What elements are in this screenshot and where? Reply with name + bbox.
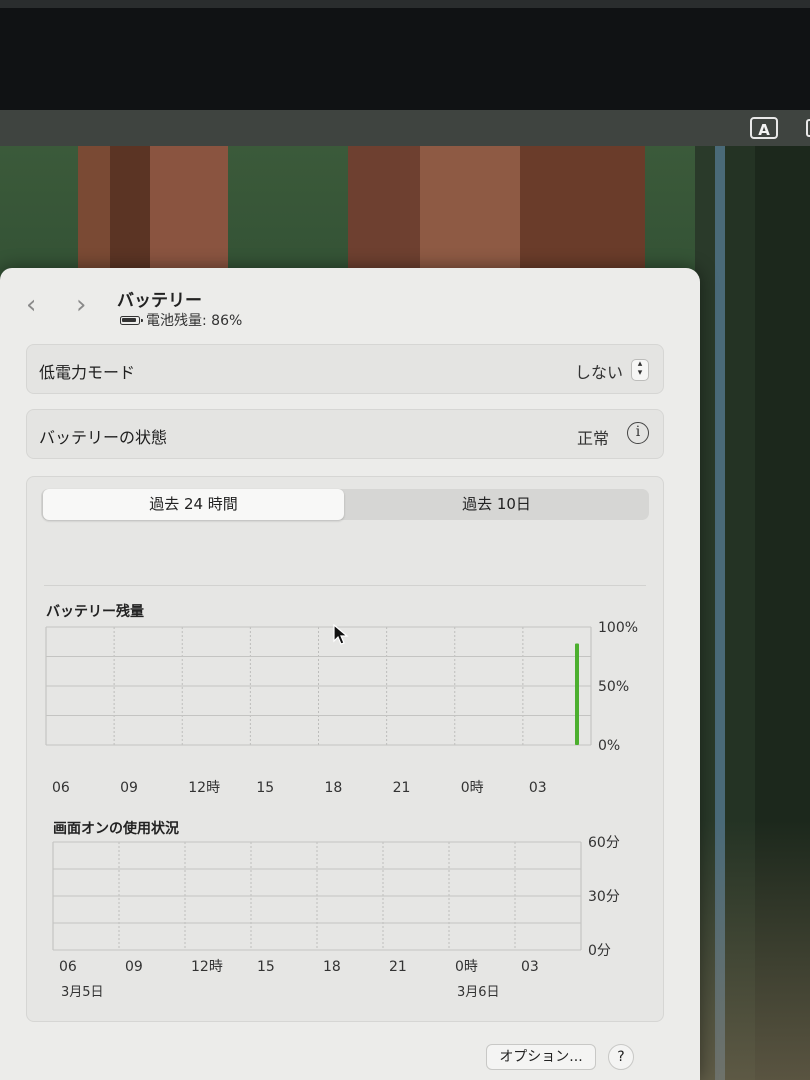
x-tick-label: 15 bbox=[257, 959, 275, 975]
y-tick-label: 0分 bbox=[588, 943, 611, 959]
x-tick-label: 21 bbox=[393, 780, 411, 796]
input-source-icon[interactable]: A bbox=[750, 117, 778, 139]
x-tick-label: 21 bbox=[389, 959, 407, 975]
x-tick-label: 15 bbox=[256, 780, 274, 796]
mouse-pointer-icon bbox=[333, 624, 349, 645]
low-power-mode-stepper-icon[interactable]: ▴ ▾ bbox=[631, 359, 649, 381]
help-button[interactable]: ? bbox=[608, 1044, 634, 1070]
screen-usage-chart: 06 09 12時 15 18 21 0時 03 60分 30分 0分 3月5日 3月6日 bbox=[52, 835, 620, 1000]
battery-health-row: バッテリーの状態 正常 i bbox=[26, 409, 664, 459]
battery-level-text: 電池残量: 86% bbox=[146, 313, 243, 329]
time-range-segmented-control: 過去 24 時間 過去 10日 bbox=[41, 489, 649, 520]
y-tick-label: 50% bbox=[598, 679, 629, 695]
x-tick-label: 18 bbox=[325, 780, 343, 796]
y-tick-label: 0% bbox=[598, 738, 620, 754]
x-tick-label: 06 bbox=[52, 780, 70, 796]
low-power-mode-value[interactable]: しない bbox=[575, 359, 623, 383]
forward-button[interactable]: › bbox=[76, 292, 86, 318]
screen-bezel bbox=[0, 0, 810, 110]
x-tick-label: 03 bbox=[529, 780, 547, 796]
date-label: 3月5日 bbox=[61, 985, 104, 1000]
options-button[interactable]: オプション... bbox=[486, 1044, 596, 1070]
menubar-item-icon[interactable] bbox=[806, 119, 810, 137]
low-power-mode-row: 低電力モード しない ▴ ▾ bbox=[26, 344, 664, 394]
x-tick-label: 0時 bbox=[461, 780, 484, 796]
y-tick-label: 100% bbox=[598, 620, 638, 636]
x-tick-label: 09 bbox=[120, 780, 138, 796]
battery-icon bbox=[120, 315, 143, 325]
tab-last-24-hours[interactable]: 過去 24 時間 bbox=[43, 489, 344, 520]
x-tick-label: 12時 bbox=[191, 959, 223, 975]
date-label: 3月6日 bbox=[457, 985, 500, 1000]
page-title: バッテリー bbox=[117, 291, 202, 311]
menu-bar bbox=[0, 110, 810, 146]
x-tick-label: 03 bbox=[521, 959, 539, 975]
tab-last-10-days[interactable]: 過去 10日 bbox=[344, 489, 649, 520]
battery-level-bar bbox=[575, 643, 579, 745]
battery-level-subtitle: 電池残量: 86% bbox=[120, 310, 242, 330]
x-tick-label: 0時 bbox=[455, 959, 478, 975]
low-power-mode-label: 低電力モード bbox=[39, 363, 136, 382]
x-tick-label: 06 bbox=[59, 959, 77, 975]
desktop-wallpaper-right bbox=[695, 146, 810, 1080]
battery-health-value: 正常 bbox=[576, 429, 609, 448]
x-tick-label: 12時 bbox=[188, 780, 220, 796]
x-tick-label: 18 bbox=[323, 959, 341, 975]
info-icon[interactable]: i bbox=[627, 422, 649, 444]
panel-divider bbox=[44, 585, 646, 586]
battery-health-label: バッテリーの状態 bbox=[39, 428, 168, 447]
y-tick-label: 30分 bbox=[588, 889, 620, 905]
back-button[interactable]: ‹ bbox=[26, 292, 36, 318]
x-tick-label: 09 bbox=[125, 959, 143, 975]
y-tick-label: 60分 bbox=[588, 835, 620, 851]
